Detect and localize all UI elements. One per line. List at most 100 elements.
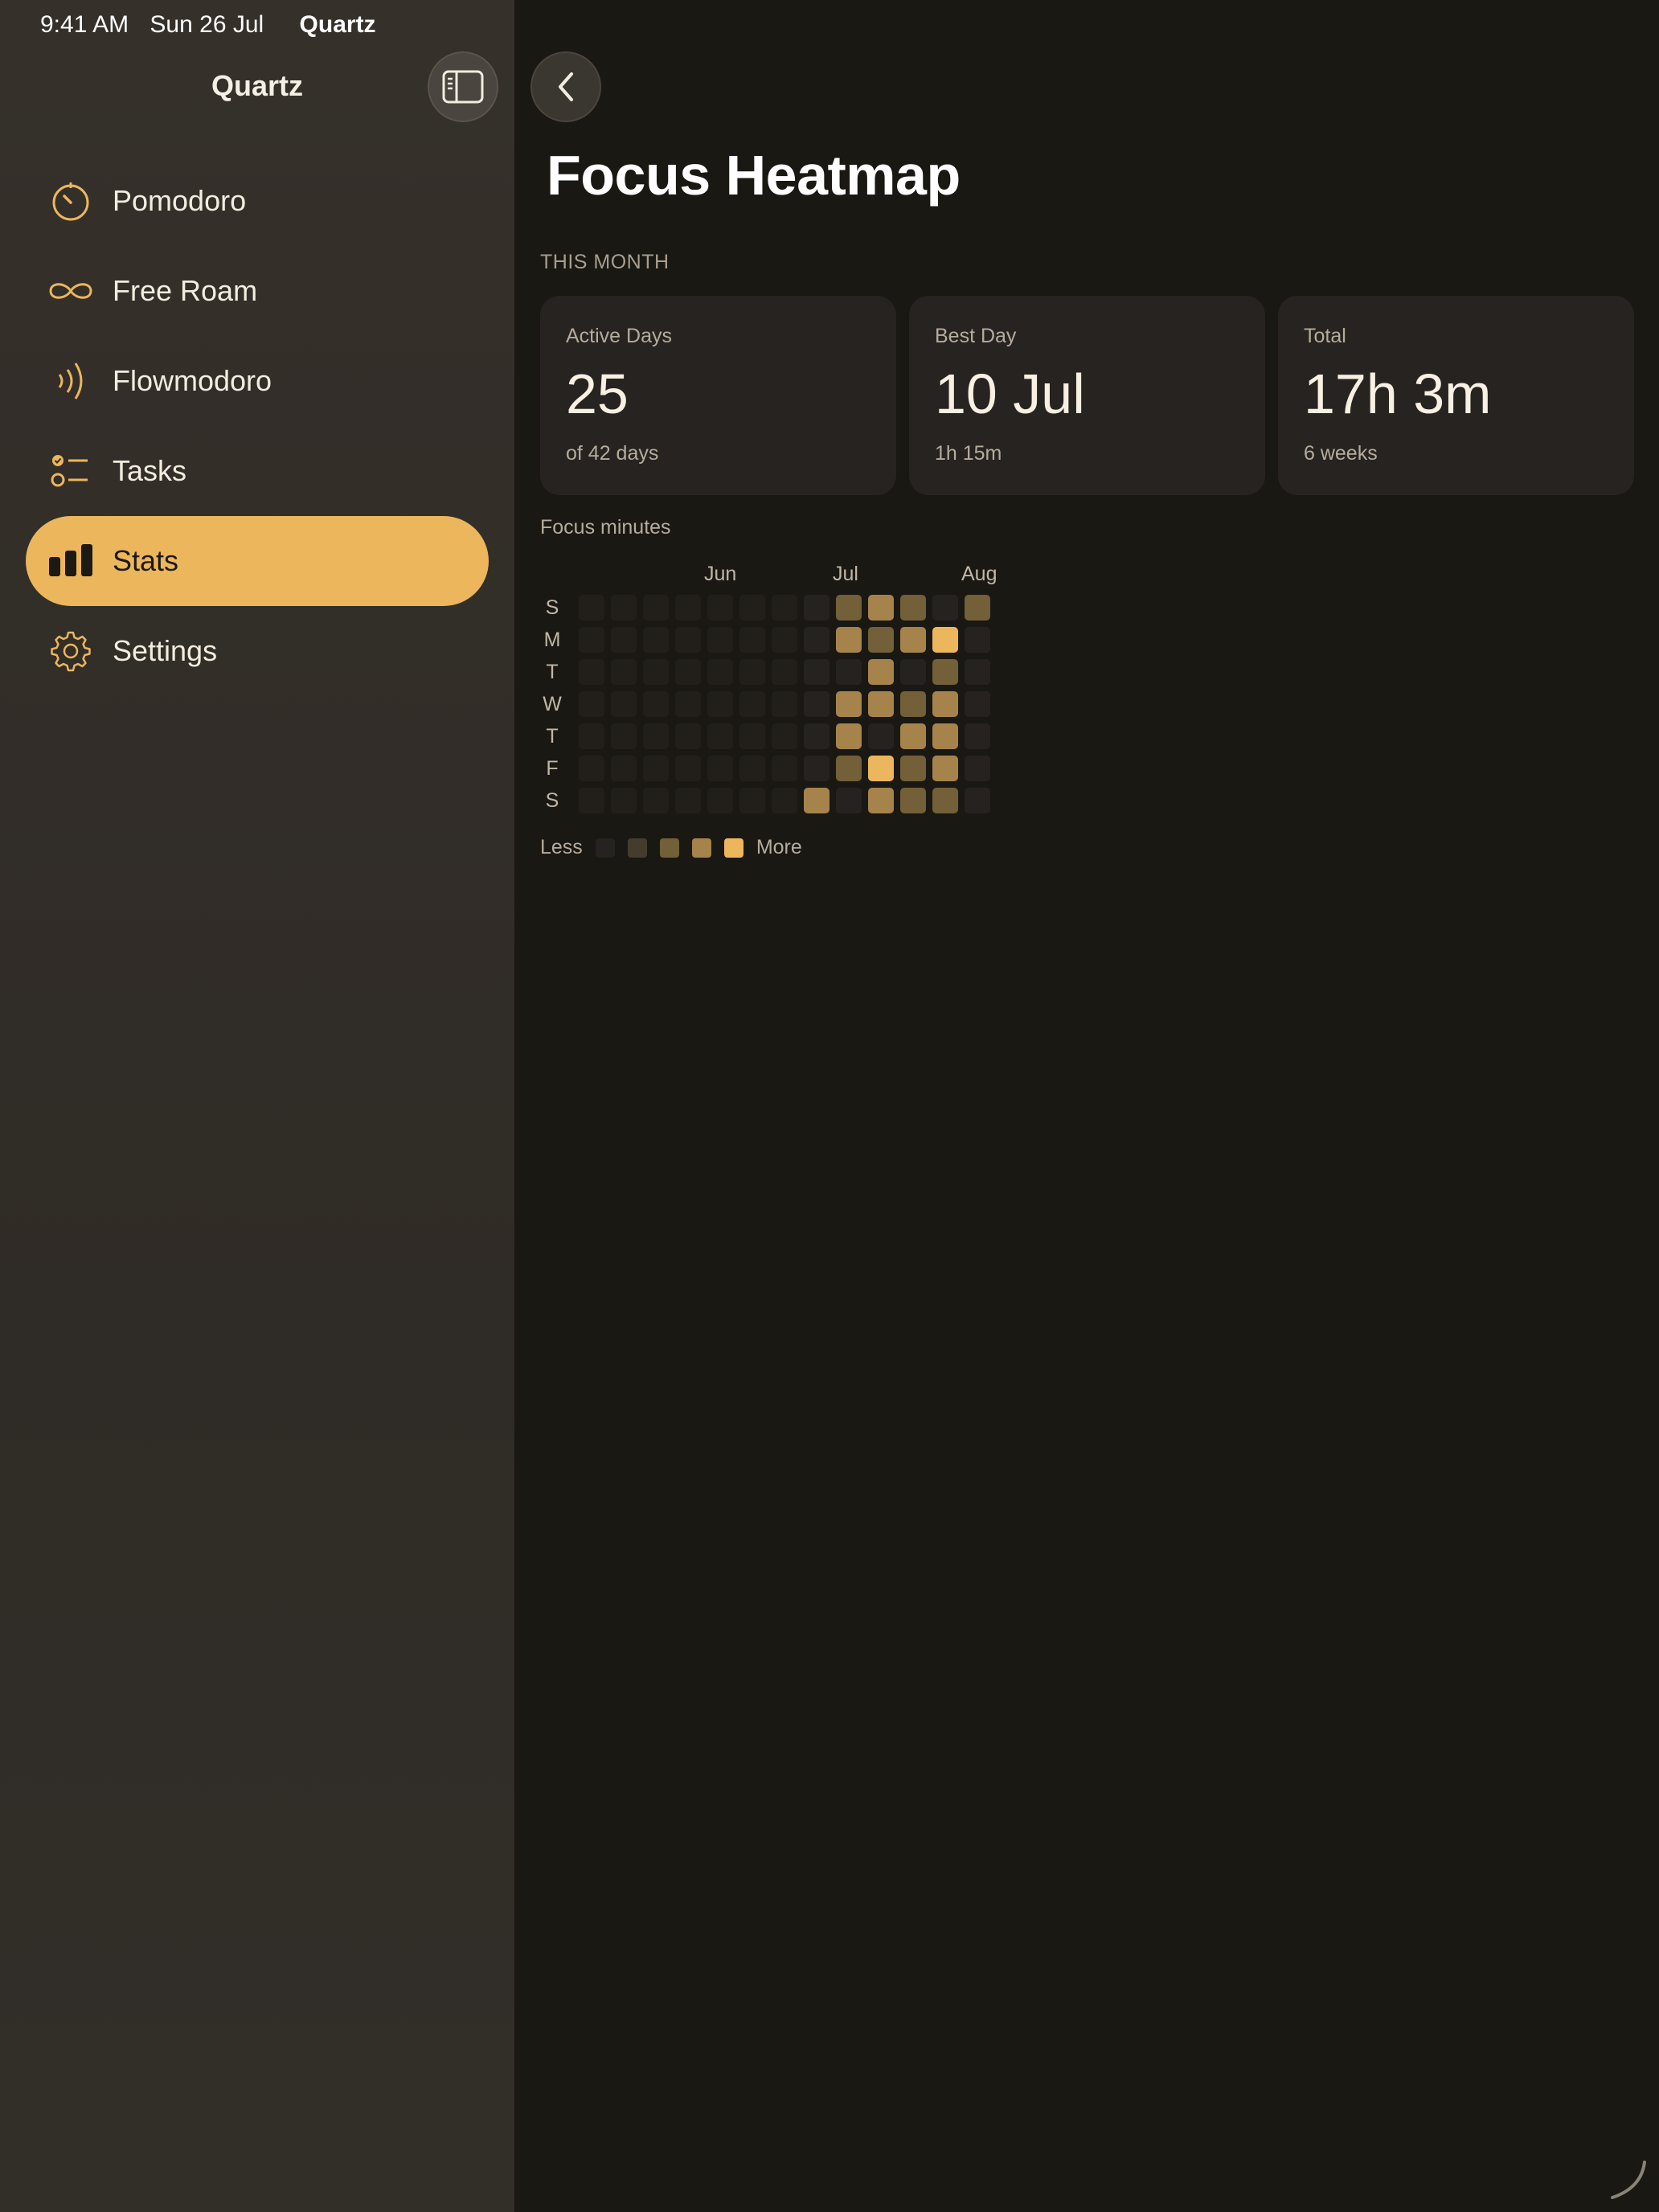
heatmap-cell <box>772 627 797 653</box>
heatmap-cell <box>836 659 862 685</box>
legend-swatch-0 <box>595 838 615 858</box>
heatmap-cell <box>836 756 862 781</box>
heatmap-cell <box>707 627 733 653</box>
heatmap-cell <box>804 595 830 621</box>
sidebar-item-free-roam[interactable]: Free Roam <box>26 246 489 336</box>
heatmap-cell <box>836 595 862 621</box>
stat-card-subtext: 1h 15m <box>935 442 1002 465</box>
waves-icon <box>45 355 96 407</box>
sidebar-item-label: Flowmodoro <box>113 364 272 397</box>
heatmap-cell <box>611 788 637 813</box>
heatmap-cell <box>739 691 765 717</box>
sidebar-item-settings[interactable]: Settings <box>26 606 489 696</box>
heatmap-cell <box>965 756 990 781</box>
bar-chart-icon <box>45 535 96 587</box>
heatmap-legend: Less More <box>540 836 802 859</box>
sidebar-item-flowmodoro[interactable]: Flowmodoro <box>26 336 489 426</box>
heatmap-cell <box>965 788 990 813</box>
focus-heatmap: Jun Jul Aug S M T W T F S <box>540 563 1103 820</box>
legend-swatch-4 <box>723 838 743 858</box>
heatmap-cell <box>965 595 990 621</box>
heatmap-cell <box>804 627 830 653</box>
heatmap-cell <box>772 659 797 685</box>
stat-card-label: Best Day <box>935 325 1017 347</box>
sidebar-item-stats[interactable]: Stats <box>26 516 489 606</box>
heatmap-cell <box>579 756 604 781</box>
sidebar-item-tasks[interactable]: Tasks <box>26 426 489 516</box>
stat-card-label: Active Days <box>566 325 672 347</box>
heatmap-cell <box>675 595 701 621</box>
heatmap-cell <box>675 691 701 717</box>
heatmap-cell <box>965 691 990 717</box>
heatmap-cell <box>579 659 604 685</box>
heatmap-cell <box>836 627 862 653</box>
heatmap-cell <box>643 595 669 621</box>
heatmap-day-label: S <box>545 789 559 812</box>
heatmap-cell <box>611 756 637 781</box>
heatmap-cell <box>643 756 669 781</box>
stat-card-value: 17h 3m <box>1304 363 1492 425</box>
heatmap-cell <box>804 723 830 749</box>
heatmap-cell <box>772 723 797 749</box>
heatmap-cell <box>900 723 926 749</box>
heatmap-cell <box>772 691 797 717</box>
heatmap-cell <box>707 659 733 685</box>
heatmap-cell <box>643 691 669 717</box>
heatmap-cell <box>739 659 765 685</box>
stat-card-value: 25 <box>566 363 629 425</box>
section-label: THIS MONTH <box>540 251 670 273</box>
back-button[interactable] <box>530 51 601 122</box>
heatmap-cell <box>675 756 701 781</box>
sidebar-item-label: Stats <box>113 544 179 577</box>
heatmap-cell <box>804 756 830 781</box>
heatmap-cell <box>739 595 765 621</box>
heatmap-cell <box>900 788 926 813</box>
status-bar-left: 9:41 AM Sun 26 Jul Quartz <box>40 11 391 39</box>
stat-card-total: Total 17h 3m 6 weeks <box>1278 296 1634 495</box>
heatmap-cell <box>611 659 637 685</box>
heatmap-cell <box>932 691 958 717</box>
heatmap-cell <box>836 691 862 717</box>
heatmap-cell <box>579 595 604 621</box>
heatmap-cell <box>868 659 894 685</box>
heatmap-cell <box>868 723 894 749</box>
heatmap-cell <box>804 659 830 685</box>
heatmap-cell <box>707 788 733 813</box>
heatmap-day-label: T <box>546 725 559 748</box>
heatmap-cell <box>739 723 765 749</box>
heatmap-cell <box>675 627 701 653</box>
heatmap-cell <box>772 788 797 813</box>
heatmap-cell <box>739 627 765 653</box>
main-content: Focus Heatmap THIS MONTH Active Days 25 … <box>514 0 1659 2212</box>
heatmap-cell <box>932 788 958 813</box>
heatmap-day-label: W <box>543 693 562 715</box>
sidebar-item-pomodoro[interactable]: Pomodoro <box>26 156 489 246</box>
gear-icon <box>45 625 96 677</box>
heatmap-cell <box>772 595 797 621</box>
heatmap-cell <box>643 723 669 749</box>
heatmap-day-label: M <box>543 629 561 651</box>
heatmap-cell <box>836 723 862 749</box>
sidebar-toggle-button[interactable] <box>428 51 498 122</box>
sidebar-nav: Pomodoro Free Roam Flowmodoro Tasks Stat… <box>26 156 489 696</box>
timer-icon <box>45 175 96 227</box>
heatmap-cell <box>707 756 733 781</box>
heatmap-cell <box>643 627 669 653</box>
heatmap-cell <box>643 788 669 813</box>
heatmap-cell <box>739 788 765 813</box>
heatmap-cell <box>611 723 637 749</box>
heatmap-cell <box>932 756 958 781</box>
heatmap-cell <box>772 756 797 781</box>
heatmap-cell <box>900 756 926 781</box>
heatmap-day-label: F <box>546 757 559 780</box>
stat-card-label: Total <box>1304 325 1346 347</box>
heatmap-cell <box>707 691 733 717</box>
status-date: Sun 26 Jul <box>150 11 264 38</box>
sidebar: Quartz Pomodoro Free Roam Flowmodoro Tas… <box>0 0 514 2212</box>
heatmap-cell <box>868 788 894 813</box>
heatmap-cell <box>868 691 894 717</box>
stat-card-subtext: 6 weeks <box>1304 442 1378 465</box>
heatmap-cell <box>836 788 862 813</box>
heatmap-cell <box>868 627 894 653</box>
heatmap-cell <box>965 723 990 749</box>
